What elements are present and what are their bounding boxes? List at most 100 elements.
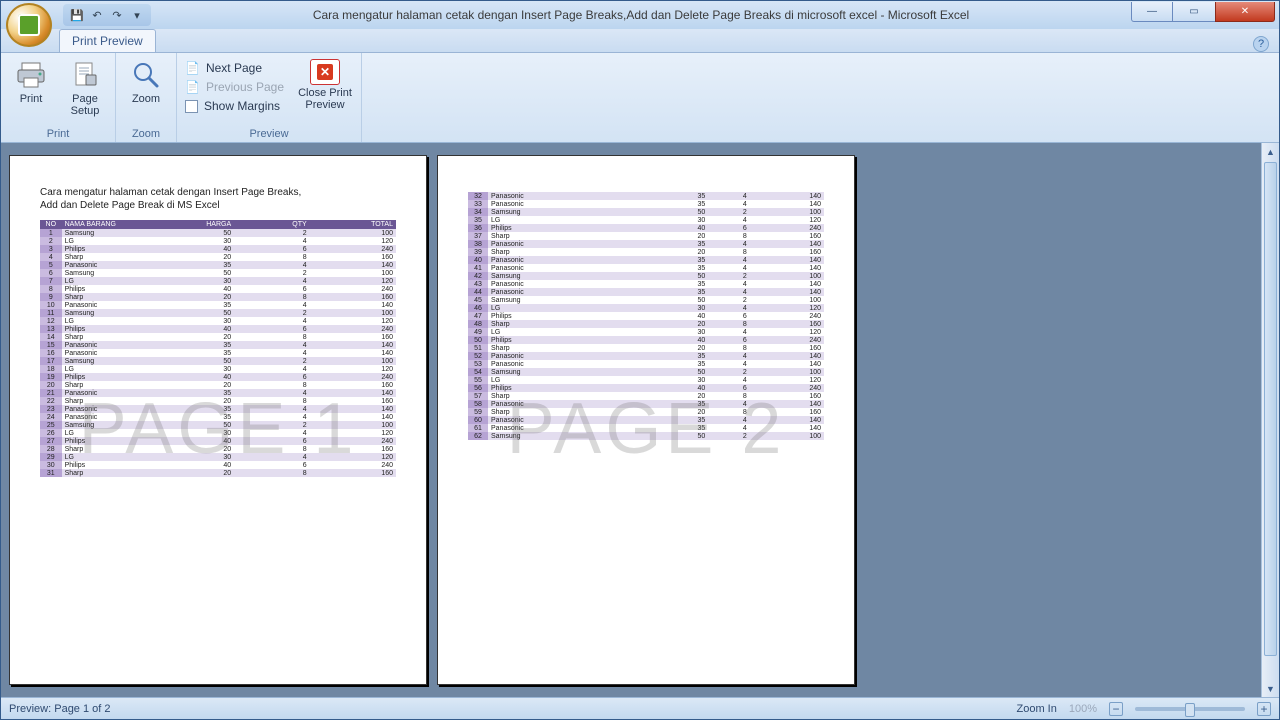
th-nama: NAMA BARANG xyxy=(62,220,159,229)
table-row: 1Samsung502100 xyxy=(40,229,396,237)
table-row: 26LG304120 xyxy=(40,429,396,437)
table-row: 21Panasonic354140 xyxy=(40,389,396,397)
table-row: 13Philips406240 xyxy=(40,325,396,333)
print-label: Print xyxy=(20,93,43,105)
table-row: 10Panasonic354140 xyxy=(40,301,396,309)
table-row: 36Philips406240 xyxy=(468,224,824,232)
preview-page-2: 32Panasonic35414033Panasonic35414034Sams… xyxy=(437,155,855,685)
table-row: 53Panasonic354140 xyxy=(468,360,824,368)
table-row: 62Samsung502100 xyxy=(468,432,824,440)
qat-save-icon[interactable]: 💾 xyxy=(69,7,85,23)
show-margins-checkbox[interactable]: Show Margins xyxy=(181,97,291,115)
printer-icon xyxy=(15,59,47,91)
page-setup-icon xyxy=(69,59,101,91)
quick-access-toolbar: 💾 ↶ ↷ ▾ xyxy=(63,4,151,26)
page-prev-icon: 📄 xyxy=(185,80,200,94)
zoom-button[interactable]: Zoom xyxy=(120,55,172,105)
table-row: 20Sharp208160 xyxy=(40,381,396,389)
ribbon-tabs: Print Preview ? xyxy=(1,29,1279,53)
office-button[interactable] xyxy=(6,3,52,47)
table-row: 49LG304120 xyxy=(468,328,824,336)
table-row: 14Sharp208160 xyxy=(40,333,396,341)
workspace: Cara mengatur halaman cetak dengan Inser… xyxy=(1,143,1279,697)
window-minimize-button[interactable]: — xyxy=(1131,2,1173,22)
page-setup-button[interactable]: Page Setup xyxy=(59,55,111,117)
table-row: 32Panasonic354140 xyxy=(468,192,824,200)
zoom-slider[interactable] xyxy=(1135,707,1245,711)
scroll-up-icon[interactable]: ▲ xyxy=(1262,143,1279,160)
table-row: 48Sharp208160 xyxy=(468,320,824,328)
table-row: 56Philips406240 xyxy=(468,384,824,392)
page-setup-label: Page Setup xyxy=(71,93,100,117)
data-table-2: 32Panasonic35414033Panasonic35414034Sams… xyxy=(468,192,824,440)
table-row: 27Philips406240 xyxy=(40,437,396,445)
table-row: 6Samsung502100 xyxy=(40,269,396,277)
window-maximize-button[interactable]: ▭ xyxy=(1173,2,1215,22)
doc-title-line1: Cara mengatur halaman cetak dengan Inser… xyxy=(40,186,396,199)
data-table-1: NO NAMA BARANG HARGA QTY TOTAL 1Samsung5… xyxy=(40,220,396,477)
table-row: 61Panasonic354140 xyxy=(468,424,824,432)
table-row: 4Sharp208160 xyxy=(40,253,396,261)
window-close-button[interactable]: ✕ xyxy=(1215,2,1275,22)
table-row: 45Samsung502100 xyxy=(468,296,824,304)
table-row: 35LG304120 xyxy=(468,216,824,224)
close-preview-label: Close Print Preview xyxy=(298,87,352,111)
table-row: 38Panasonic354140 xyxy=(468,240,824,248)
print-button[interactable]: Print xyxy=(5,55,57,105)
table-row: 55LG304120 xyxy=(468,376,824,384)
previous-page-label: Previous Page xyxy=(206,80,284,94)
table-row: 17Samsung502100 xyxy=(40,357,396,365)
th-qty: QTY xyxy=(234,220,310,229)
table-row: 58Panasonic354140 xyxy=(468,400,824,408)
preview-canvas[interactable]: Cara mengatur halaman cetak dengan Inser… xyxy=(1,143,1261,697)
qat-undo-icon[interactable]: ↶ xyxy=(89,7,105,23)
table-row: 28Sharp208160 xyxy=(40,445,396,453)
table-row: 5Panasonic354140 xyxy=(40,261,396,269)
zoom-in-button[interactable]: + xyxy=(1257,702,1271,716)
table-row: 18LG304120 xyxy=(40,365,396,373)
table-row: 54Samsung502100 xyxy=(468,368,824,376)
show-margins-label: Show Margins xyxy=(204,99,280,113)
qat-redo-icon[interactable]: ↷ xyxy=(109,7,125,23)
close-print-preview-button[interactable]: ✕ Close Print Preview xyxy=(293,55,357,111)
group-zoom-label: Zoom xyxy=(120,126,172,142)
vertical-scrollbar[interactable]: ▲ ▼ xyxy=(1261,143,1279,697)
table-row: 8Philips406240 xyxy=(40,285,396,293)
next-page-label: Next Page xyxy=(206,61,262,75)
table-row: 11Samsung502100 xyxy=(40,309,396,317)
th-harga: HARGA xyxy=(159,220,235,229)
table-row: 7LG304120 xyxy=(40,277,396,285)
checkbox-icon xyxy=(185,100,198,113)
tab-print-preview[interactable]: Print Preview xyxy=(59,29,156,52)
table-row: 59Sharp208160 xyxy=(468,408,824,416)
table-row: 60Panasonic354140 xyxy=(468,416,824,424)
table-row: 40Panasonic354140 xyxy=(468,256,824,264)
zoom-label: Zoom xyxy=(132,93,160,105)
table-row: 46LG304120 xyxy=(468,304,824,312)
table-row: 12LG304120 xyxy=(40,317,396,325)
magnifier-icon xyxy=(130,59,162,91)
qat-customize-icon[interactable]: ▾ xyxy=(129,7,145,23)
scroll-thumb[interactable] xyxy=(1264,162,1277,656)
table-row: 19Philips406240 xyxy=(40,373,396,381)
next-page-button[interactable]: 📄 Next Page xyxy=(181,59,291,77)
zoom-label: Zoom In xyxy=(1017,703,1057,715)
group-preview-label: Preview xyxy=(181,126,357,142)
th-no: NO xyxy=(40,220,62,229)
scroll-down-icon[interactable]: ▼ xyxy=(1262,680,1279,697)
window-title: Cara mengatur halaman cetak dengan Inser… xyxy=(151,8,1131,22)
group-print-label: Print xyxy=(5,126,111,142)
zoom-out-button[interactable]: − xyxy=(1109,702,1123,716)
table-row: 39Sharp208160 xyxy=(468,248,824,256)
table-row: 31Sharp208160 xyxy=(40,469,396,477)
table-row: 44Panasonic354140 xyxy=(468,288,824,296)
table-row: 3Philips406240 xyxy=(40,245,396,253)
table-row: 57Sharp208160 xyxy=(468,392,824,400)
help-button[interactable]: ? xyxy=(1253,36,1269,52)
table-row: 37Sharp208160 xyxy=(468,232,824,240)
th-total: TOTAL xyxy=(310,220,396,229)
table-row: 2LG304120 xyxy=(40,237,396,245)
table-row: 24Panasonic354140 xyxy=(40,413,396,421)
table-row: 52Panasonic354140 xyxy=(468,352,824,360)
table-row: 50Philips406240 xyxy=(468,336,824,344)
